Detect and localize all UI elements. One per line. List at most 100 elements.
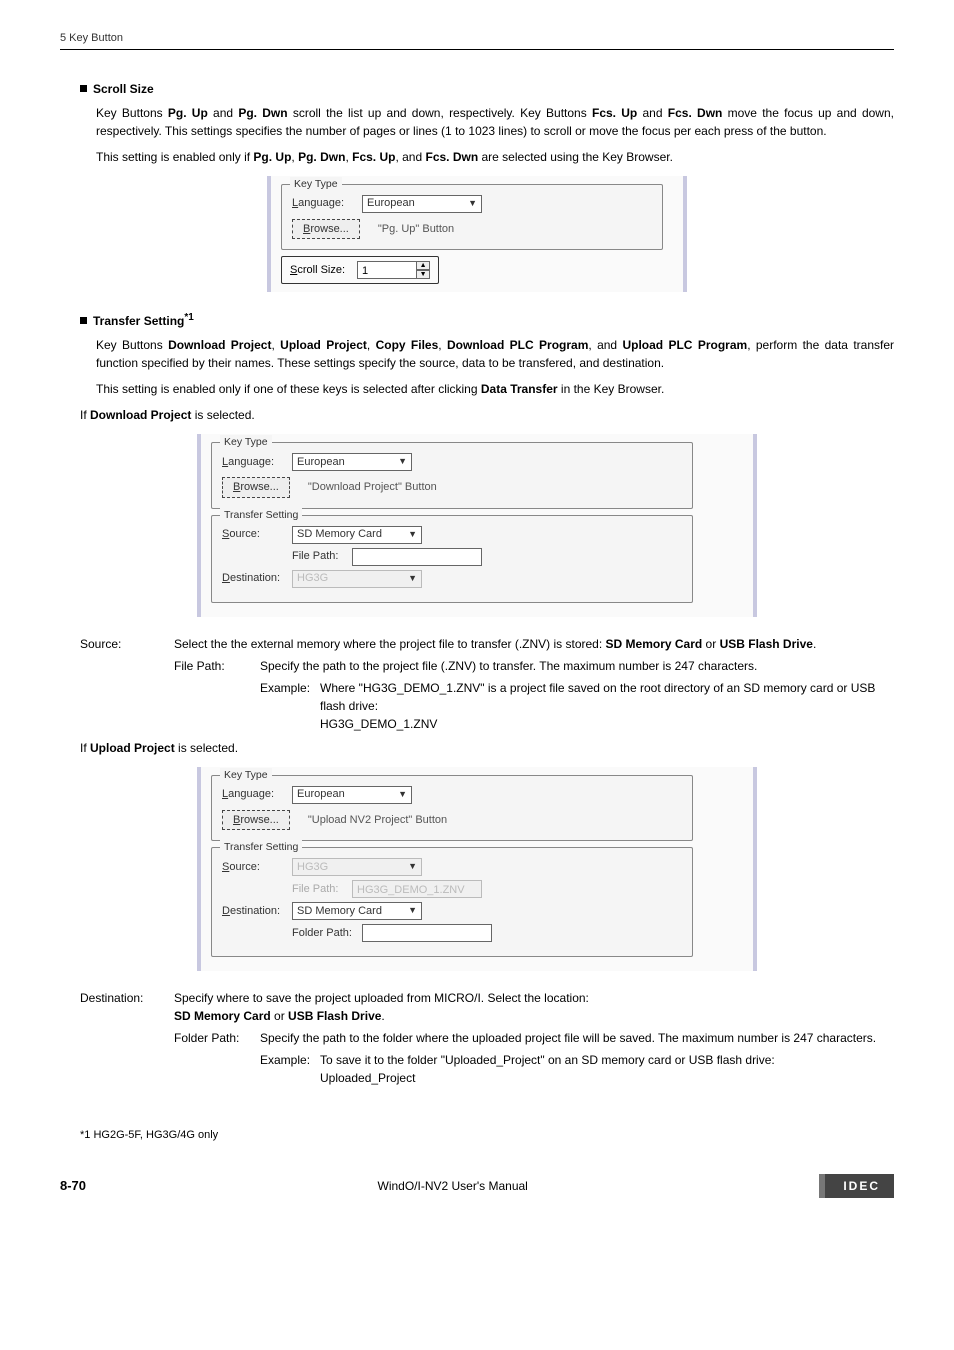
source-definition: Source: Select the the external memory w… bbox=[80, 635, 894, 733]
text: Specify the path to the project file (.Z… bbox=[260, 659, 757, 673]
spinner-buttons[interactable]: ▲▼ bbox=[416, 261, 430, 279]
spinner-down-icon[interactable]: ▼ bbox=[416, 270, 430, 279]
def-sub-body-folderpath: Specify the path to the folder where the… bbox=[260, 1029, 894, 1087]
def-sub-term-folderpath: Folder Path: bbox=[174, 1029, 260, 1087]
transfer-paragraph-1: Key Buttons Download Project, Upload Pro… bbox=[96, 336, 894, 372]
text: . bbox=[813, 637, 816, 651]
fieldset-legend: Key Type bbox=[220, 768, 272, 784]
text-bold: Data Transfer bbox=[481, 382, 558, 396]
footnote-ref: *1 bbox=[184, 312, 193, 323]
text: If bbox=[80, 408, 90, 422]
text-bold: Download Project bbox=[90, 408, 191, 422]
def-body-source: Select the the external memory where the… bbox=[174, 635, 894, 733]
text-bold: Pg. Up bbox=[168, 106, 208, 120]
if-download-selected: If Download Project is selected. bbox=[80, 406, 894, 424]
select-value: European bbox=[297, 786, 345, 803]
spinner-up-icon[interactable]: ▲ bbox=[416, 261, 430, 270]
bullet-icon bbox=[80, 85, 87, 92]
source-label: Source: bbox=[222, 859, 292, 876]
key-button-label: "Upload NV2 Project" Button bbox=[308, 812, 447, 829]
browse-button[interactable]: Browse... bbox=[292, 219, 360, 240]
text-bold: Upload Project bbox=[90, 741, 175, 755]
folder-path-input[interactable] bbox=[362, 924, 492, 942]
def-term-source: Source: bbox=[80, 635, 174, 733]
text: , bbox=[438, 338, 447, 352]
browse-button[interactable]: Browse... bbox=[222, 477, 290, 498]
text-bold: Upload Project bbox=[280, 338, 367, 352]
scroll-size-label: Scroll Size: bbox=[290, 262, 345, 279]
text: Uploaded_Project bbox=[320, 1069, 894, 1087]
scroll-size-control: Scroll Size: 1 ▲▼ bbox=[281, 256, 439, 284]
folder-path-label: Folder Path: bbox=[292, 925, 362, 942]
text: This setting is enabled only if one of t… bbox=[96, 382, 481, 396]
text: scroll the list up and down, respectivel… bbox=[288, 106, 592, 120]
source-select: HG3G▼ bbox=[292, 858, 422, 876]
text: is selected. bbox=[175, 741, 238, 755]
language-select[interactable]: European▼ bbox=[292, 786, 412, 804]
fieldset-legend: Transfer Setting bbox=[220, 840, 302, 856]
text-line: SD Memory Card or USB Flash Drive. bbox=[174, 1007, 894, 1025]
section-title: Transfer Setting bbox=[93, 314, 184, 328]
text-bold: Fcs. Up bbox=[592, 106, 637, 120]
file-path-label: File Path: bbox=[292, 881, 352, 898]
fieldset-legend: Key Type bbox=[220, 435, 272, 451]
dialog-figure-3: Key Type Language: European▼ Browse... "… bbox=[60, 767, 894, 972]
text: This setting is enabled only if bbox=[96, 150, 253, 164]
source-label: Source: bbox=[222, 526, 292, 543]
brand-badge: IDEC bbox=[819, 1174, 894, 1198]
text-bold: Fcs. Dwn bbox=[668, 106, 723, 120]
dialog-figure-2: Key Type Language: European▼ Browse... "… bbox=[60, 434, 894, 617]
browse-button[interactable]: Browse... bbox=[222, 810, 290, 831]
language-label: Language: bbox=[222, 454, 292, 471]
footnote: *1 HG2G-5F, HG3G/4G only bbox=[80, 1127, 894, 1144]
select-value: European bbox=[297, 454, 345, 471]
select-value: SD Memory Card bbox=[297, 903, 382, 920]
fieldset-legend: Transfer Setting bbox=[220, 508, 302, 524]
text: Specify where to save the project upload… bbox=[174, 989, 894, 1007]
select-value: SD Memory Card bbox=[297, 526, 382, 543]
section-title: Scroll Size bbox=[93, 82, 154, 96]
chevron-down-icon: ▼ bbox=[408, 528, 417, 542]
chevron-down-icon: ▼ bbox=[468, 197, 477, 211]
text-bold: Pg. Dwn bbox=[238, 106, 287, 120]
source-select[interactable]: SD Memory Card ▼ bbox=[292, 526, 422, 544]
transfer-paragraph-2: This setting is enabled only if one of t… bbox=[96, 380, 894, 398]
text: or bbox=[702, 637, 719, 651]
destination-select[interactable]: SD Memory Card▼ bbox=[292, 902, 422, 920]
key-type-fieldset: Key Type Language: European▼ Browse... "… bbox=[211, 775, 693, 842]
key-button-label: "Pg. Up" Button bbox=[378, 221, 454, 238]
text: , and bbox=[395, 150, 425, 164]
chevron-down-icon: ▼ bbox=[408, 860, 417, 874]
page-header: 5 Key Button bbox=[60, 30, 894, 50]
text-bold: USB Flash Drive bbox=[720, 637, 813, 651]
text: To save it to the folder "Uploaded_Proje… bbox=[320, 1051, 894, 1069]
page-footer: 8-70 WindO/I-NV2 User's Manual IDEC bbox=[60, 1168, 894, 1198]
scroll-size-paragraph-2: This setting is enabled only if Pg. Up, … bbox=[96, 148, 894, 166]
select-value: European bbox=[367, 195, 415, 212]
text: , bbox=[271, 338, 280, 352]
key-button-label: "Download Project" Button bbox=[308, 479, 437, 496]
text: are selected using the Key Browser. bbox=[478, 150, 673, 164]
scroll-size-input[interactable]: 1 bbox=[357, 261, 417, 279]
text: . bbox=[381, 1009, 384, 1023]
language-select[interactable]: European▼ bbox=[292, 453, 412, 471]
select-value: HG3G bbox=[297, 570, 328, 587]
key-type-fieldset: Key Type Language: European▼ Browse... "… bbox=[211, 442, 693, 509]
def-sub-term-filepath: File Path: bbox=[174, 657, 260, 733]
example-body: Where "HG3G_DEMO_1.ZNV" is a project fil… bbox=[320, 679, 894, 733]
chevron-down-icon: ▼ bbox=[408, 572, 417, 586]
text: Key Buttons bbox=[96, 338, 168, 352]
destination-label: Destination: bbox=[222, 903, 292, 920]
def-sub-body-filepath: Specify the path to the project file (.Z… bbox=[260, 657, 894, 733]
if-upload-selected: If Upload Project is selected. bbox=[80, 739, 894, 757]
text-bold: SD Memory Card bbox=[606, 637, 703, 651]
transfer-setting-fieldset: Transfer Setting Source: HG3G▼ File Path… bbox=[211, 847, 693, 957]
text: , and bbox=[588, 338, 622, 352]
language-label: Language: bbox=[222, 786, 292, 803]
destination-label: Destination: bbox=[222, 570, 292, 587]
text: Specify the path to the folder where the… bbox=[260, 1031, 876, 1045]
file-path-input[interactable] bbox=[352, 548, 482, 566]
language-select[interactable]: European ▼ bbox=[362, 195, 482, 213]
text-bold: Upload PLC Program bbox=[622, 338, 747, 352]
text-bold: Copy Files bbox=[376, 338, 439, 352]
